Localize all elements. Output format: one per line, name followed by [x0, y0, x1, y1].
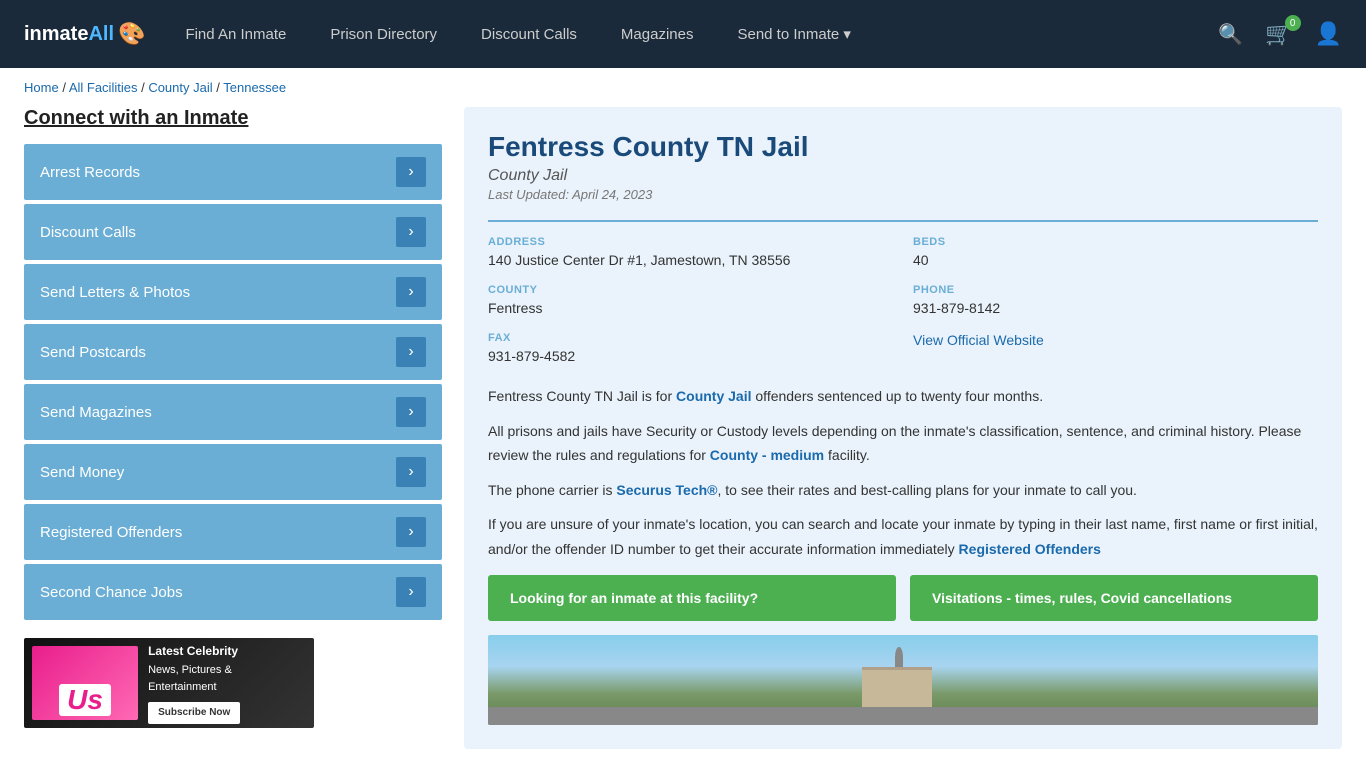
address-block: ADDRESS 140 Justice Center Dr #1, Jamest… [488, 236, 893, 268]
ad-text: Latest Celebrity News, Pictures & Entert… [148, 642, 306, 723]
county-medium-link[interactable]: County - medium [710, 447, 824, 463]
ad-line2: News, Pictures & [148, 664, 232, 676]
securus-link[interactable]: Securus Tech® [616, 482, 717, 498]
ad-line3: Entertainment [148, 681, 216, 693]
sidebar-item-send-magazines[interactable]: Send Magazines › [24, 384, 442, 440]
fax-block: FAX 931-879-4582 [488, 332, 893, 364]
breadcrumb-all-facilities[interactable]: All Facilities [69, 80, 138, 95]
nav-prison-directory[interactable]: Prison Directory [330, 26, 437, 43]
desc-para-2: All prisons and jails have Security or C… [488, 419, 1318, 468]
description-section: Fentress County TN Jail is for County Ja… [488, 384, 1318, 561]
breadcrumb-state[interactable]: Tennessee [223, 80, 286, 95]
sidebar-item-send-postcards[interactable]: Send Postcards › [24, 324, 442, 380]
arrow-icon: › [396, 217, 426, 247]
logo-all: All [88, 23, 114, 45]
main-container: Connect with an Inmate Arrest Records › … [0, 107, 1366, 779]
breadcrumb: Home / All Facilities / County Jail / Te… [0, 68, 1366, 107]
county-block: COUNTY Fentress [488, 284, 893, 316]
navbar: inmateAll 🎨 Find An Inmate Prison Direct… [0, 0, 1366, 68]
sidebar-item-send-letters[interactable]: Send Letters & Photos › [24, 264, 442, 320]
facility-updated: Last Updated: April 24, 2023 [488, 187, 1318, 202]
phone-block: PHONE 931-879-8142 [913, 284, 1318, 316]
desc-para-3: The phone carrier is Securus Tech®, to s… [488, 478, 1318, 503]
nav-right: 🔍 🛒 0 👤 [1218, 21, 1342, 47]
sidebar-title: Connect with an Inmate [24, 107, 442, 130]
arrow-icon: › [396, 577, 426, 607]
arrow-icon: › [396, 517, 426, 547]
county-value: Fentress [488, 300, 893, 316]
sidebar-item-send-money[interactable]: Send Money › [24, 444, 442, 500]
nav-send-to-inmate[interactable]: Send to Inmate ▾ [737, 25, 850, 43]
content-panel: Fentress County TN Jail County Jail Last… [464, 107, 1342, 749]
facility-type: County Jail [488, 167, 1318, 185]
arrow-icon: › [396, 397, 426, 427]
logo-inmate: inmate [24, 23, 88, 45]
sidebar-item-second-chance-jobs[interactable]: Second Chance Jobs › [24, 564, 442, 620]
arrow-icon: › [396, 157, 426, 187]
logo[interactable]: inmateAll 🎨 [24, 21, 145, 47]
sidebar-item-registered-offenders[interactable]: Registered Offenders › [24, 504, 442, 560]
sidebar-item-label: Send Postcards [40, 344, 146, 361]
cart-icon[interactable]: 🛒 0 [1265, 21, 1292, 47]
sidebar-item-discount-calls[interactable]: Discount Calls › [24, 204, 442, 260]
find-inmate-btn[interactable]: Looking for an inmate at this facility? [488, 575, 896, 621]
sidebar-item-label: Send Letters & Photos [40, 284, 190, 301]
ad-line1: Latest Celebrity [148, 642, 306, 661]
sidebar-item-label: Arrest Records [40, 164, 140, 181]
nav-links: Find An Inmate Prison Directory Discount… [185, 25, 1218, 43]
desc-para-4: If you are unsure of your inmate's locat… [488, 512, 1318, 561]
facility-image [488, 635, 1318, 725]
info-grid: ADDRESS 140 Justice Center Dr #1, Jamest… [488, 220, 1318, 364]
sidebar-item-label: Send Money [40, 464, 124, 481]
breadcrumb-county-jail[interactable]: County Jail [148, 80, 212, 95]
fax-value: 931-879-4582 [488, 348, 893, 364]
nav-discount-calls[interactable]: Discount Calls [481, 26, 577, 43]
sidebar-item-label: Send Magazines [40, 404, 152, 421]
sidebar: Connect with an Inmate Arrest Records › … [24, 107, 464, 749]
beds-value: 40 [913, 252, 1318, 268]
county-jail-link[interactable]: County Jail [676, 388, 751, 404]
logo-icon: 🎨 [118, 21, 145, 47]
sidebar-item-label: Second Chance Jobs [40, 584, 183, 601]
website-block: View Official Website [913, 332, 1318, 364]
nav-find-inmate[interactable]: Find An Inmate [185, 26, 286, 43]
sidebar-item-arrest-records[interactable]: Arrest Records › [24, 144, 442, 200]
breadcrumb-home[interactable]: Home [24, 80, 59, 95]
registered-offenders-link[interactable]: Registered Offenders [959, 541, 1101, 557]
visitations-btn[interactable]: Visitations - times, rules, Covid cancel… [910, 575, 1318, 621]
cart-badge: 0 [1285, 15, 1301, 31]
beds-block: BEDS 40 [913, 236, 1318, 268]
sidebar-menu: Arrest Records › Discount Calls › Send L… [24, 144, 442, 620]
sidebar-item-label: Registered Offenders [40, 524, 182, 541]
address-value: 140 Justice Center Dr #1, Jamestown, TN … [488, 252, 893, 268]
website-link[interactable]: View Official Website [913, 332, 1044, 348]
facility-title: Fentress County TN Jail [488, 131, 1318, 163]
arrow-icon: › [396, 277, 426, 307]
county-label: COUNTY [488, 284, 893, 296]
phone-value: 931-879-8142 [913, 300, 1318, 316]
action-buttons: Looking for an inmate at this facility? … [488, 575, 1318, 621]
fax-label: FAX [488, 332, 893, 344]
sidebar-ad[interactable]: Us Latest Celebrity News, Pictures & Ent… [24, 638, 314, 728]
desc-para-1: Fentress County TN Jail is for County Ja… [488, 384, 1318, 409]
arrow-icon: › [396, 457, 426, 487]
beds-label: BEDS [913, 236, 1318, 248]
sidebar-item-label: Discount Calls [40, 224, 136, 241]
arrow-icon: › [396, 337, 426, 367]
user-icon[interactable]: 👤 [1315, 21, 1342, 47]
phone-label: PHONE [913, 284, 1318, 296]
address-label: ADDRESS [488, 236, 893, 248]
ad-subscribe-btn[interactable]: Subscribe Now [148, 702, 240, 724]
ad-us-logo: Us [59, 684, 111, 716]
nav-magazines[interactable]: Magazines [621, 26, 694, 43]
search-icon[interactable]: 🔍 [1218, 22, 1243, 47]
